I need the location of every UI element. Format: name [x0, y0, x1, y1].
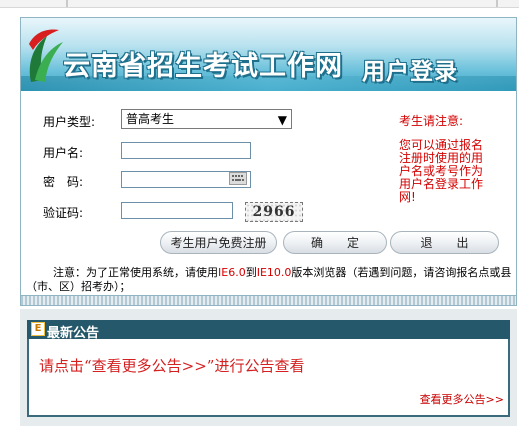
site-banner: 云南省招生考试工作网 用户登录: [21, 18, 516, 91]
tip-ie-low: IE6.0: [218, 266, 246, 279]
announcement-body: 请点击“查看更多公告>>”进行公告查看 查看更多公告>>: [27, 339, 510, 417]
announcement-panel: E 最新公告 请点击“查看更多公告>>”进行公告查看 查看更多公告>>: [20, 309, 517, 426]
site-title: 云南省招生考试工作网: [63, 51, 343, 82]
captcha-code: 2966: [252, 204, 296, 220]
more-announcements-link[interactable]: 查看更多公告>>: [420, 391, 504, 407]
exit-button[interactable]: 退 出: [390, 231, 499, 254]
username-input[interactable]: [121, 142, 251, 159]
captcha-label: 验证码:: [43, 206, 84, 220]
username-label: 用户名:: [43, 146, 84, 160]
login-heading: 用户登录: [362, 59, 458, 85]
panel-footer-bar: [21, 295, 516, 305]
notice-body: 您可以通过报名注册时使用的用户名或考号作为用户名登录工作网!: [399, 138, 484, 204]
user-type-label: 用户类型:: [43, 115, 96, 129]
tab-divider: [66, 0, 68, 7]
announcement-header: E 最新公告: [27, 320, 510, 341]
tip-ie-high: IE10.0: [256, 266, 292, 279]
user-type-select[interactable]: 普高考生 ▼: [121, 109, 292, 129]
tip-to: 到: [245, 266, 257, 279]
notice-icon: E: [31, 322, 45, 336]
password-label: 密 码:: [43, 175, 84, 189]
captcha-image[interactable]: 2966: [245, 202, 303, 222]
tip-prefix: 注意：为了正常使用系统，请使用: [53, 266, 218, 279]
leaf-logo-icon: [29, 29, 63, 82]
announcement-message: 请点击“查看更多公告>>”进行公告查看: [39, 357, 305, 375]
captcha-input[interactable]: [121, 202, 233, 219]
tab-divider: [496, 0, 498, 7]
confirm-button[interactable]: 确 定: [283, 231, 387, 254]
browser-top-strip: [0, 0, 519, 8]
keyboard-icon[interactable]: [229, 172, 247, 185]
register-button[interactable]: 考生用户免费注册: [160, 231, 277, 254]
notice-title: 考生请注意:: [399, 114, 464, 128]
login-panel: 云南省招生考试工作网 用户登录 用户类型: 普高考生 ▼ 用户名: 密 码: 验…: [20, 17, 517, 306]
browser-tip: 注意：为了正常使用系统，请使用IE6.0到IE10.0版本浏览器（若遇到问题，请…: [26, 266, 514, 294]
chevron-down-icon: ▼: [277, 113, 287, 127]
user-type-value: 普高考生: [126, 112, 175, 126]
